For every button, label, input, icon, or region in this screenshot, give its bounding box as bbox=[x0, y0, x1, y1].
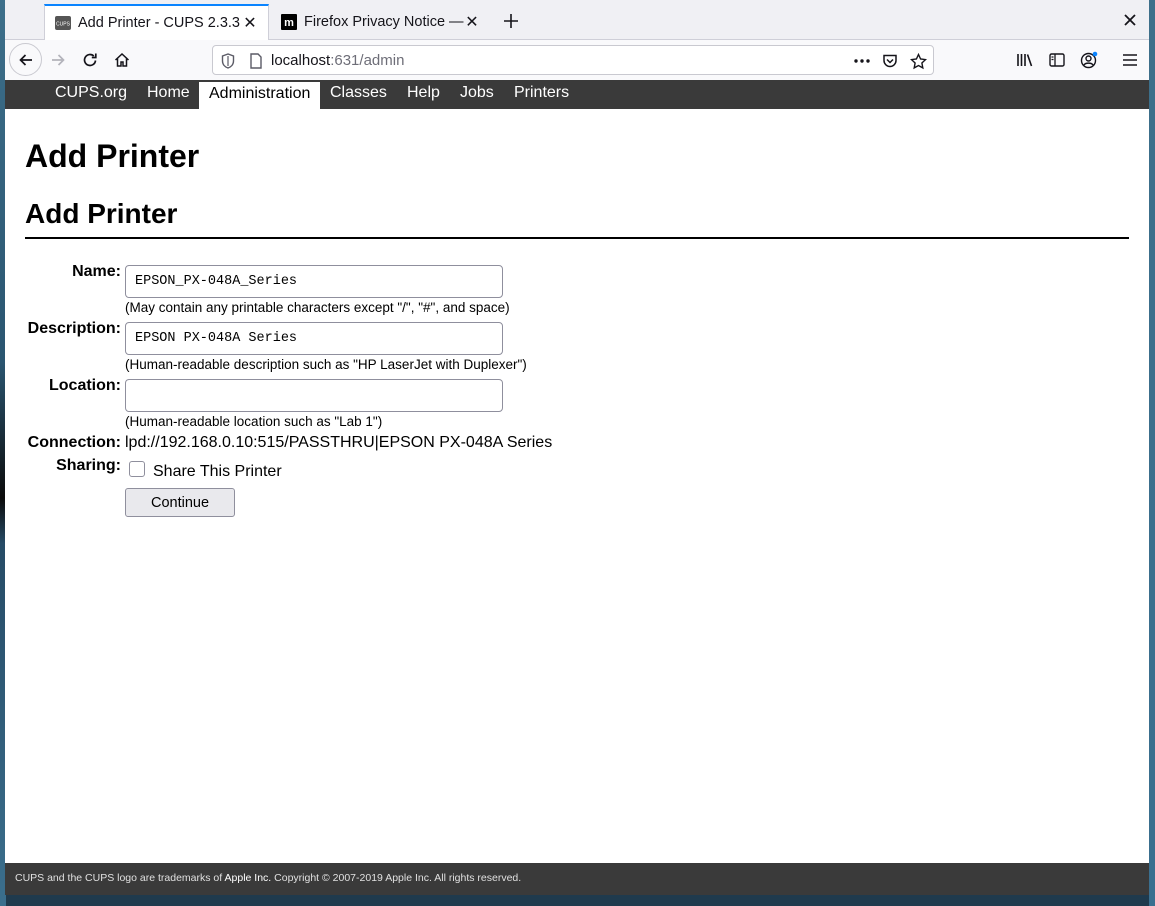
nav-cups-org[interactable]: CUPS.org bbox=[50, 80, 132, 109]
url-text: localhost:631/admin bbox=[271, 52, 405, 69]
navigation-toolbar: localhost:631/admin bbox=[5, 40, 1149, 81]
sharing-label: Sharing: bbox=[56, 457, 121, 474]
new-tab-button[interactable] bbox=[499, 9, 523, 33]
cups-header-nav: CUPS.org Home Administration Classes Hel… bbox=[5, 80, 1149, 109]
nav-classes[interactable]: Classes bbox=[325, 80, 392, 109]
svg-text:m: m bbox=[284, 17, 294, 29]
nav-jobs[interactable]: Jobs bbox=[455, 80, 499, 109]
mozilla-favicon-icon: m bbox=[281, 14, 297, 30]
library-icon[interactable] bbox=[1009, 44, 1041, 76]
connection-label: Connection: bbox=[27, 434, 121, 451]
window-close-button[interactable] bbox=[1121, 11, 1139, 29]
nav-printers[interactable]: Printers bbox=[509, 80, 574, 109]
forward-button[interactable] bbox=[42, 44, 74, 76]
address-bar[interactable]: localhost:631/admin bbox=[212, 45, 934, 75]
name-label: Name: bbox=[72, 263, 121, 280]
continue-button[interactable]: Continue bbox=[125, 488, 235, 517]
location-label: Location: bbox=[49, 377, 121, 394]
name-hint: (May contain any printable characters ex… bbox=[125, 300, 510, 315]
bookmark-star-icon[interactable] bbox=[909, 52, 927, 70]
sidebar-toggle-icon[interactable] bbox=[1041, 44, 1073, 76]
hamburger-menu-icon[interactable] bbox=[1114, 44, 1146, 76]
pocket-icon[interactable] bbox=[881, 52, 899, 70]
section-divider bbox=[25, 237, 1129, 239]
cups-favicon-icon: CUPS bbox=[55, 15, 71, 31]
home-button[interactable] bbox=[106, 44, 138, 76]
nav-help[interactable]: Help bbox=[402, 80, 445, 109]
share-printer-checkbox[interactable] bbox=[129, 461, 145, 477]
close-tab-icon[interactable]: ✕ bbox=[464, 14, 480, 31]
page-info-icon[interactable] bbox=[247, 52, 265, 70]
tab-strip: CUPS Add Printer - CUPS 2.3.3 ✕ m Firefo… bbox=[5, 0, 1149, 40]
nav-administration[interactable]: Administration bbox=[199, 82, 320, 109]
page-footer: CUPS and the CUPS logo are trademarks of… bbox=[5, 863, 1149, 895]
tab-add-printer[interactable]: CUPS Add Printer - CUPS 2.3.3 ✕ bbox=[44, 4, 269, 40]
description-hint: (Human-readable description such as "HP … bbox=[125, 357, 527, 372]
page-title: Add Printer bbox=[25, 138, 200, 174]
name-field[interactable] bbox=[125, 265, 503, 298]
description-label: Description: bbox=[27, 320, 121, 337]
footer-text: CUPS and the CUPS logo are trademarks of… bbox=[15, 872, 522, 884]
reload-button[interactable] bbox=[74, 44, 106, 76]
apple-link[interactable]: Apple Inc. bbox=[225, 872, 272, 884]
connection-value: lpd://192.168.0.10:515/PASSTHRU|EPSON PX… bbox=[125, 434, 553, 451]
location-hint: (Human-readable location such as "Lab 1"… bbox=[125, 414, 383, 429]
svg-text:CUPS: CUPS bbox=[56, 22, 71, 28]
section-title: Add Printer bbox=[25, 198, 178, 229]
location-field[interactable] bbox=[125, 379, 503, 412]
account-icon[interactable] bbox=[1073, 44, 1105, 76]
share-printer-label[interactable]: Share This Printer bbox=[153, 463, 282, 481]
page-actions-menu-icon[interactable] bbox=[853, 52, 871, 70]
tab-title: Firefox Privacy Notice — bbox=[304, 14, 464, 30]
browser-window: CUPS Add Printer - CUPS 2.3.3 ✕ m Firefo… bbox=[5, 0, 1149, 895]
close-tab-icon[interactable]: ✕ bbox=[242, 15, 258, 32]
tracking-protection-shield-icon[interactable] bbox=[219, 52, 237, 70]
back-button[interactable] bbox=[9, 43, 42, 76]
tab-title: Add Printer - CUPS 2.3.3 bbox=[78, 15, 240, 31]
description-field[interactable] bbox=[125, 322, 503, 355]
tab-firefox-privacy[interactable]: m Firefox Privacy Notice — ✕ bbox=[271, 5, 490, 39]
desktop-background-right bbox=[1149, 0, 1155, 906]
nav-home[interactable]: Home bbox=[142, 80, 195, 109]
